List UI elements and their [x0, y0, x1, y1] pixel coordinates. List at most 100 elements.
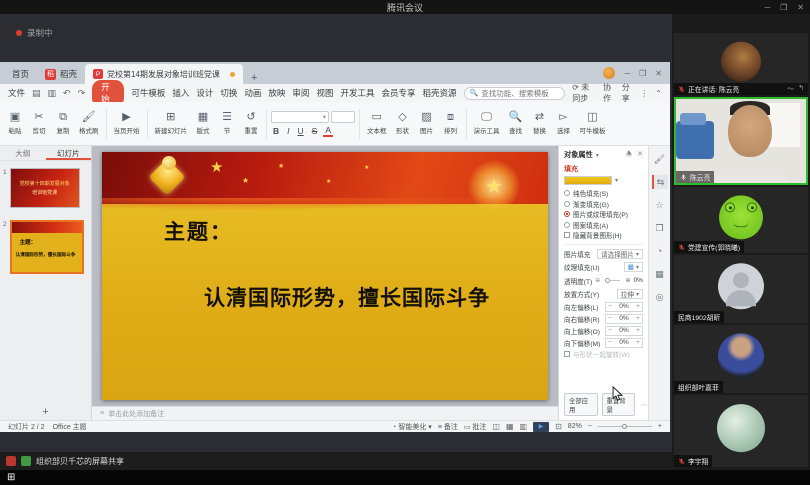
more-icon[interactable]: ⋯	[641, 401, 648, 409]
ribbon-tab-insert[interactable]: 插入	[172, 87, 189, 99]
ribbon-search[interactable]: 🔍	[464, 87, 566, 100]
layout-button[interactable]: ▦版式	[192, 110, 214, 137]
menu-file[interactable]: 文件	[8, 87, 25, 99]
tab-home[interactable]: 首页	[4, 64, 37, 84]
slide-thumb-1[interactable]: 1 党校第十四期发展对象 培训班党课	[3, 168, 80, 208]
print-icon[interactable]: ▥	[48, 88, 57, 99]
ribbon-tab-animation[interactable]: 动画	[244, 87, 261, 99]
notes-toggle-button[interactable]: ≡ 备注	[438, 422, 458, 432]
tab-outline[interactable]: 大纲	[0, 146, 46, 160]
panes-icon[interactable]: ❐	[652, 221, 668, 235]
collapse-ribbon-icon[interactable]: ⌃	[655, 89, 662, 98]
ribbon-tab-keniu[interactable]: 可牛模板	[131, 87, 165, 99]
wps-minimize-icon[interactable]: ─	[624, 69, 630, 78]
current-slide[interactable]: ★ ★ ★ ★ ★ ★ 主题： 认清国际形势，擅长国际斗争	[102, 152, 548, 400]
participant-tile-active[interactable]: 陈云亮	[674, 97, 808, 185]
cut-button[interactable]: ✂剪切	[28, 110, 50, 137]
ribbon-tab-docer-res[interactable]: 稻壳资源	[422, 87, 456, 99]
media-icon[interactable]: ▦	[652, 267, 668, 281]
ribbon-tab-review[interactable]: 审阅	[292, 87, 309, 99]
bold-button[interactable]: B	[271, 126, 281, 136]
placement-select[interactable]: 拉伸▾	[617, 289, 643, 299]
picture-fill-select[interactable]: 请选择图片▾	[597, 249, 643, 259]
object-properties-icon[interactable]: ⇆	[652, 175, 668, 189]
comments-toggle-button[interactable]: ▭ 批注	[464, 422, 487, 432]
collab-button[interactable]: 协作	[603, 82, 615, 104]
fill-option-picture[interactable]: 图片或纹理填充(P)	[564, 209, 643, 220]
fill-color-swatch[interactable]	[564, 176, 612, 185]
italic-button[interactable]: I	[285, 126, 291, 136]
ribbon-tab-design[interactable]: 设计	[196, 87, 213, 99]
font-name-select[interactable]: ▾	[271, 111, 329, 123]
return-arrow-icon[interactable]: ↰	[798, 84, 804, 94]
fill-option-pattern[interactable]: 图案填充(A)	[564, 220, 643, 231]
participant-tile[interactable]: 李宇翔	[674, 395, 808, 467]
zoom-out-icon[interactable]: −	[588, 423, 592, 430]
rotate-with-shape-checkbox[interactable]: 与形状一起旋转(W)	[564, 349, 643, 360]
search-input[interactable]	[481, 89, 559, 98]
help-icon[interactable]: ◎	[652, 290, 668, 304]
play-from-current-button[interactable]: ▶当页开始	[111, 110, 143, 137]
normal-view-icon[interactable]: ◫	[492, 422, 500, 431]
transparency-slider[interactable]	[605, 280, 620, 281]
participant-tile[interactable]: 党建宣传(郭晓曦)	[674, 187, 808, 253]
picture-button[interactable]: ▨图片	[416, 110, 438, 137]
fit-window-icon[interactable]: ⊡	[555, 422, 562, 431]
fill-section-label[interactable]: 填充	[564, 164, 643, 174]
apply-all-button[interactable]: 全部应用	[564, 393, 598, 416]
ribbon-tab-transition[interactable]: 切换	[220, 87, 237, 99]
reset-button[interactable]: ↺重置	[240, 110, 262, 137]
offset-up-stepper[interactable]: −0%+	[605, 326, 643, 336]
select-button[interactable]: ▻选择	[553, 110, 575, 137]
minimize-icon[interactable]: ─	[764, 3, 770, 12]
font-color-button[interactable]: A	[323, 125, 333, 137]
ribbon-tab-dev[interactable]: 开发工具	[340, 87, 374, 99]
participant-tile[interactable]: 正在讲话: 陈云亮 〜 ↰	[674, 33, 808, 95]
history-icon[interactable]: ◔	[652, 244, 668, 258]
slide-title-text[interactable]: 主题：	[164, 216, 233, 246]
bell-icon[interactable]: 🕭	[626, 150, 632, 161]
new-tab-button[interactable]: +	[243, 72, 265, 84]
arrange-button[interactable]: ⧈排列	[440, 110, 462, 137]
slider-minus-icon[interactable]: ⊖	[595, 277, 600, 284]
zoom-slider[interactable]	[598, 426, 652, 427]
beautify-button[interactable]: ◔ 智能美化 ▾	[392, 422, 432, 432]
slide-body-text[interactable]: 认清国际形势，擅长国际斗争	[204, 282, 490, 312]
keniu-template-button[interactable]: ◫可牛模板	[577, 110, 609, 137]
more-icon[interactable]: ⋮	[640, 89, 648, 98]
present-tools-button[interactable]: 🖵演示工具	[471, 110, 503, 137]
favorites-icon[interactable]: ☆	[652, 198, 668, 212]
offset-down-stepper[interactable]: −0%+	[605, 338, 643, 348]
fill-color-picker[interactable]: ▾	[564, 176, 643, 185]
style-icon[interactable]: 🖌	[652, 152, 668, 166]
texture-fill-select[interactable]: ▩▾	[624, 262, 643, 272]
zoom-in-icon[interactable]: +	[658, 423, 662, 430]
wps-restore-icon[interactable]: ❐	[639, 69, 646, 78]
close-icon[interactable]: ✕	[797, 3, 804, 12]
new-slide-button[interactable]: ⊞新建幻灯片	[152, 110, 191, 137]
participant-tile[interactable]: 民商1902胡昕	[674, 255, 808, 323]
slider-plus-icon[interactable]: ⊕	[625, 277, 630, 284]
wps-close-icon[interactable]: ✕	[655, 69, 662, 78]
participant-tile[interactable]: 组织部叶嘉菲	[674, 325, 808, 393]
ribbon-tab-member[interactable]: 会员专享	[381, 87, 415, 99]
section-button[interactable]: ☰节	[216, 110, 238, 137]
maximize-icon[interactable]: ❐	[780, 3, 787, 12]
paste-button[interactable]: ▣粘贴	[4, 110, 26, 137]
props-close-icon[interactable]: ✕	[637, 150, 643, 161]
format-painter-button[interactable]: 🖌格式刷	[76, 110, 102, 137]
windows-start-icon[interactable]: ⊞	[7, 472, 15, 483]
underline-button[interactable]: U	[296, 126, 306, 136]
sync-status[interactable]: ⟳ 未同步	[572, 82, 596, 104]
chevron-down-icon[interactable]: ▾	[615, 177, 618, 184]
user-avatar[interactable]	[603, 67, 615, 79]
hide-background-checkbox[interactable]: 隐藏背景图形(H)	[564, 230, 643, 241]
chevron-down-icon[interactable]: ▾	[596, 152, 599, 159]
redo-icon[interactable]: ↷	[78, 88, 86, 99]
slide-canvas[interactable]: ★ ★ ★ ★ ★ ★ 主题： 认清国际形势，擅长国际斗争	[92, 146, 558, 406]
reading-view-icon[interactable]: ▥	[520, 422, 528, 431]
save-icon[interactable]: ▤	[32, 88, 41, 99]
undo-icon[interactable]: ↶	[63, 88, 71, 99]
fill-option-solid[interactable]: 纯色填充(S)	[564, 188, 643, 199]
zoom-value[interactable]: 82%	[568, 423, 582, 430]
